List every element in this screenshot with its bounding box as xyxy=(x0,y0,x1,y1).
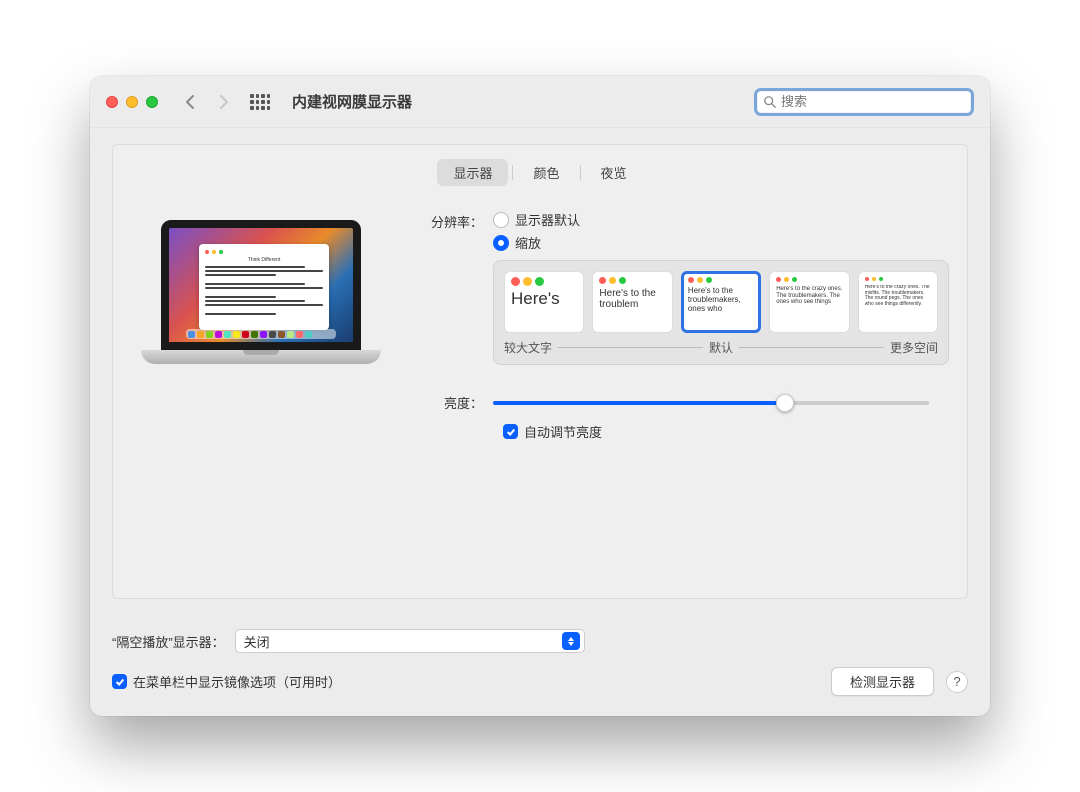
toolbar: 内建视网膜显示器 xyxy=(90,76,990,128)
scale-option-text: Here's to the crazy ones. The troublemak… xyxy=(776,286,842,306)
settings-area: 分辨率： 显示器默认 缩放 xyxy=(421,210,949,441)
radio-icon xyxy=(493,235,509,251)
tab-night-shift[interactable]: 夜览 xyxy=(585,159,643,186)
scale-option-0[interactable]: Here's xyxy=(504,271,584,333)
search-field[interactable] xyxy=(754,88,974,116)
detect-displays-button[interactable]: 检测显示器 xyxy=(831,667,934,696)
scale-option-3[interactable]: Here's to the crazy ones. The troublemak… xyxy=(769,271,849,333)
scale-label-large: 较大文字 xyxy=(504,339,552,356)
forward-button[interactable] xyxy=(212,90,236,114)
content-area: 显示器 颜色 夜览 xyxy=(90,128,990,615)
scale-option-text: Here's xyxy=(511,290,577,309)
close-button[interactable] xyxy=(106,96,118,108)
airplay-select[interactable]: 关闭 xyxy=(235,629,585,653)
radio-icon xyxy=(493,212,509,228)
scale-option-text: Here's to the troublem xyxy=(599,288,665,310)
brightness-row: 亮度： xyxy=(421,393,949,412)
checkbox-icon xyxy=(112,674,127,689)
auto-brightness-checkbox[interactable]: 自动调节亮度 xyxy=(503,422,949,441)
tab-display[interactable]: 显示器 xyxy=(437,159,508,186)
radio-scaled-label: 缩放 xyxy=(515,233,541,252)
tab-color[interactable]: 颜色 xyxy=(517,159,575,186)
brightness-label: 亮度： xyxy=(421,393,493,412)
search-icon xyxy=(763,95,777,109)
scale-option-4[interactable]: Here's to the crazy ones. The misfits. T… xyxy=(858,271,938,333)
show-all-icon[interactable] xyxy=(250,94,270,110)
laptop-screen-icon: Think Different xyxy=(161,220,361,350)
laptop-base-icon xyxy=(141,350,381,364)
display-preview: Think Different xyxy=(131,210,391,441)
window-title: 内建视网膜显示器 xyxy=(292,91,412,112)
scale-option-2[interactable]: Here's to the troublemakers, ones who xyxy=(681,271,761,333)
tab-bar: 显示器 颜色 夜览 xyxy=(131,159,949,186)
slider-knob-icon[interactable] xyxy=(776,394,794,412)
minimize-button[interactable] xyxy=(126,96,138,108)
menubar-mirror-checkbox[interactable]: 在菜单栏中显示镜像选项（可用时） xyxy=(112,672,341,691)
search-input[interactable] xyxy=(781,94,965,109)
brightness-slider[interactable] xyxy=(493,401,929,405)
airplay-label: “隔空播放”显示器： xyxy=(112,632,225,651)
zoom-button[interactable] xyxy=(146,96,158,108)
scale-option-1[interactable]: Here's to the troublem xyxy=(592,271,672,333)
scale-option-text: Here's to the troublemakers, ones who xyxy=(688,287,754,313)
chevron-updown-icon xyxy=(562,632,580,650)
airplay-value: 关闭 xyxy=(244,632,270,651)
scale-label-default: 默认 xyxy=(709,339,733,356)
display-panel: 显示器 颜色 夜览 xyxy=(112,144,968,599)
bottom-area: “隔空播放”显示器： 关闭 在菜单栏中显示镜像选项（可用时） 检测显示器 ? xyxy=(90,615,990,716)
help-button[interactable]: ? xyxy=(946,671,968,693)
resolution-row: 分辨率： 显示器默认 缩放 xyxy=(421,210,949,365)
back-button[interactable] xyxy=(178,90,202,114)
checkbox-icon xyxy=(503,424,518,439)
resolution-label: 分辨率： xyxy=(421,210,493,231)
radio-scaled[interactable]: 缩放 xyxy=(493,233,949,252)
scale-label-more: 更多空间 xyxy=(890,339,938,356)
auto-brightness-label: 自动调节亮度 xyxy=(524,422,602,441)
menubar-mirror-label: 在菜单栏中显示镜像选项（可用时） xyxy=(133,672,341,691)
preferences-window: 内建视网膜显示器 显示器 颜色 夜览 xyxy=(90,76,990,716)
scale-options: Here's Here's to the troublem Here's to th… xyxy=(493,260,949,365)
scale-option-text: Here's to the crazy ones. The misfits. T… xyxy=(865,285,931,307)
window-controls xyxy=(106,96,158,108)
radio-default-label: 显示器默认 xyxy=(515,210,580,229)
radio-default[interactable]: 显示器默认 xyxy=(493,210,949,229)
airplay-row: “隔空播放”显示器： 关闭 xyxy=(112,629,968,653)
